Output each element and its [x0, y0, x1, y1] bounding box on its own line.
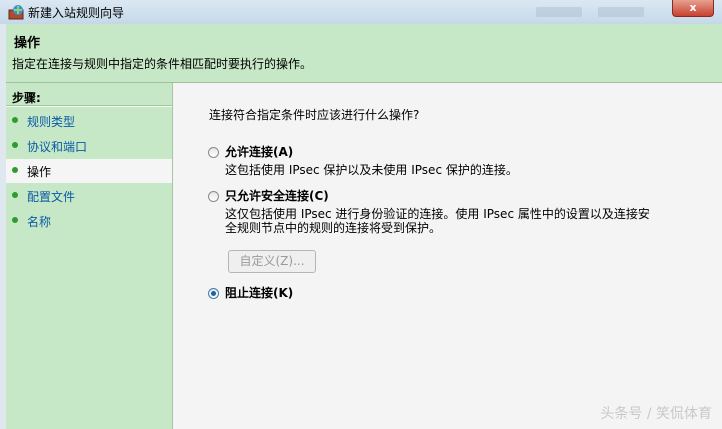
sidebar-item-label: 协议和端口 — [27, 140, 88, 154]
title-bar: 新建入站规则向导 x — [0, 0, 722, 24]
sidebar-item-protocol-ports[interactable]: 协议和端口 — [6, 134, 172, 158]
wizard-header: 操作 指定在连接与规则中指定的条件相匹配时要执行的操作。 — [6, 24, 722, 83]
sidebar-item-rule-type[interactable]: 规则类型 — [6, 109, 172, 133]
allow-connection-label[interactable]: 允许连接(A) — [225, 143, 293, 160]
steps-sidebar: 步骤: 规则类型 协议和端口 操作 配置文件 名称 — [6, 83, 173, 429]
customize-button[interactable]: 自定义(Z)... — [228, 250, 316, 273]
block-connection-radio[interactable] — [208, 288, 219, 299]
page-title: 操作 — [14, 36, 41, 51]
step-bullet-icon — [12, 167, 18, 173]
sidebar-item-label: 操作 — [27, 165, 52, 179]
allow-connection-desc: 这包括使用 IPsec 保护以及未使用 IPsec 保护的连接。 — [225, 163, 518, 177]
secure-connection-desc-line2: 全规则节点中的规则的连接将受到保护。 — [225, 221, 442, 235]
allow-connection-radio[interactable] — [208, 147, 219, 158]
secure-connection-label[interactable]: 只允许安全连接(C) — [225, 187, 329, 204]
steps-heading: 步骤: — [12, 91, 41, 105]
sidebar-item-label: 规则类型 — [27, 115, 76, 129]
page-description: 指定在连接与规则中指定的条件相匹配时要执行的操作。 — [12, 57, 313, 71]
step-bullet-icon — [12, 217, 18, 223]
watermark: 头条号 / 笑侃体育 — [600, 406, 712, 422]
window-title: 新建入站规则向导 — [28, 6, 125, 20]
firewall-app-icon — [8, 5, 24, 20]
sidebar-item-action[interactable]: 操作 — [6, 159, 172, 183]
close-button[interactable]: x — [672, 0, 714, 17]
step-bullet-icon — [12, 192, 18, 198]
sidebar-item-name[interactable]: 名称 — [6, 209, 172, 233]
sidebar-item-label: 名称 — [27, 215, 52, 229]
secure-connection-radio[interactable] — [208, 191, 219, 202]
sidebar-item-label: 配置文件 — [27, 190, 76, 204]
background-window-blur — [598, 7, 644, 17]
step-bullet-icon — [12, 142, 18, 148]
action-question: 连接符合指定条件时应该进行什么操作? — [209, 108, 420, 122]
background-window-blur — [536, 7, 582, 17]
steps-divider — [6, 105, 172, 107]
block-connection-label[interactable]: 阻止连接(K) — [225, 284, 293, 301]
step-bullet-icon — [12, 117, 18, 123]
action-pane: 连接符合指定条件时应该进行什么操作? 允许连接(A) 这包括使用 IPsec 保… — [173, 83, 722, 429]
close-icon: x — [689, 1, 697, 14]
sidebar-item-profile[interactable]: 配置文件 — [6, 184, 172, 208]
